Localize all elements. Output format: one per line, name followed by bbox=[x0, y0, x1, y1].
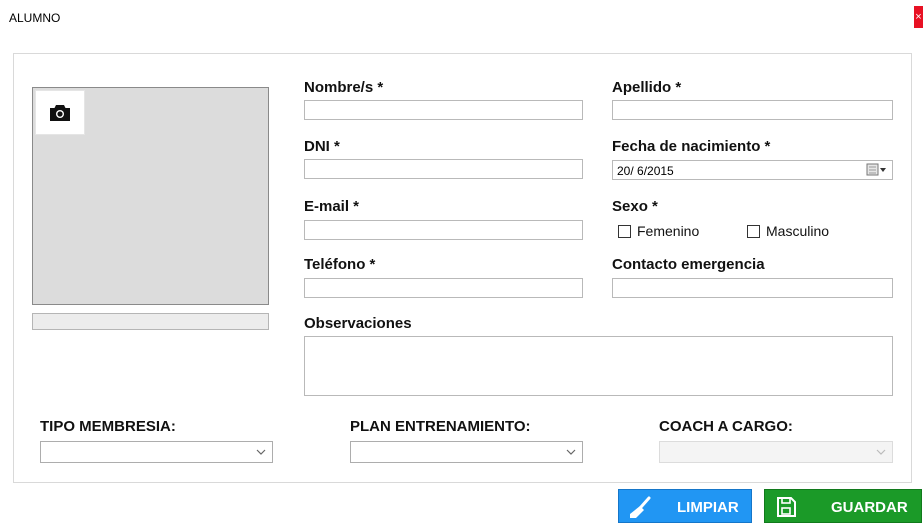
window-title: ALUMNO bbox=[9, 11, 61, 25]
window-title-bar: ALUMNO × bbox=[0, 0, 923, 34]
calendar-icon[interactable] bbox=[866, 163, 888, 177]
broom-icon bbox=[630, 496, 651, 518]
guardar-button[interactable]: GUARDAR bbox=[764, 489, 922, 523]
nombre-input[interactable] bbox=[304, 100, 583, 120]
chevron-down-icon bbox=[566, 449, 576, 455]
checkbox-box[interactable] bbox=[747, 224, 760, 238]
coach-a-cargo-select[interactable] bbox=[659, 441, 893, 463]
telefono-input[interactable] bbox=[304, 278, 583, 298]
email-label: E-mail * bbox=[304, 198, 360, 215]
fecha-nacimiento-label: Fecha de nacimiento * bbox=[612, 138, 771, 155]
email-input[interactable] bbox=[304, 220, 583, 240]
observaciones-label: Observaciones bbox=[304, 315, 412, 332]
chevron-down-icon bbox=[876, 449, 886, 455]
limpiar-label: LIMPIAR bbox=[677, 499, 739, 516]
nombre-label: Nombre/s * bbox=[304, 79, 384, 96]
coach-a-cargo-label: COACH A CARGO: bbox=[659, 418, 793, 435]
camera-icon bbox=[50, 104, 70, 121]
plan-entrenamiento-select[interactable] bbox=[350, 441, 583, 463]
apellido-input[interactable] bbox=[612, 100, 893, 120]
observaciones-textarea[interactable] bbox=[304, 336, 893, 396]
save-icon bbox=[777, 497, 796, 517]
close-icon: × bbox=[915, 11, 922, 23]
guardar-label: GUARDAR bbox=[831, 499, 908, 516]
plan-entrenamiento-label: PLAN ENTRENAMIENTO: bbox=[350, 418, 531, 435]
contacto-emergencia-label: Contacto emergencia bbox=[612, 256, 765, 273]
sexo-femenino-label: Femenino bbox=[637, 223, 700, 239]
close-button[interactable]: × bbox=[914, 6, 923, 28]
tipo-membresia-label: TIPO MEMBRESIA: bbox=[40, 418, 176, 435]
camera-button[interactable] bbox=[35, 90, 85, 135]
limpiar-button[interactable]: LIMPIAR bbox=[618, 489, 752, 523]
sexo-masculino-checkbox[interactable]: Masculino bbox=[747, 223, 829, 239]
chevron-down-icon bbox=[256, 449, 266, 455]
tipo-membresia-select[interactable] bbox=[40, 441, 273, 463]
apellido-label: Apellido * bbox=[612, 79, 682, 96]
fecha-nacimiento-value: 20/ 6/2015 bbox=[617, 164, 674, 178]
sexo-label: Sexo * bbox=[612, 198, 658, 215]
sexo-femenino-checkbox[interactable]: Femenino bbox=[618, 223, 699, 239]
photo-caption-bar bbox=[32, 313, 269, 330]
checkbox-box[interactable] bbox=[618, 224, 631, 238]
contacto-emergencia-input[interactable] bbox=[612, 278, 893, 298]
fecha-nacimiento-picker[interactable]: 20/ 6/2015 bbox=[612, 160, 893, 180]
telefono-label: Teléfono * bbox=[304, 256, 376, 273]
sexo-masculino-label: Masculino bbox=[766, 223, 830, 239]
dni-label: DNI * bbox=[304, 138, 340, 155]
dni-input[interactable] bbox=[304, 159, 583, 179]
